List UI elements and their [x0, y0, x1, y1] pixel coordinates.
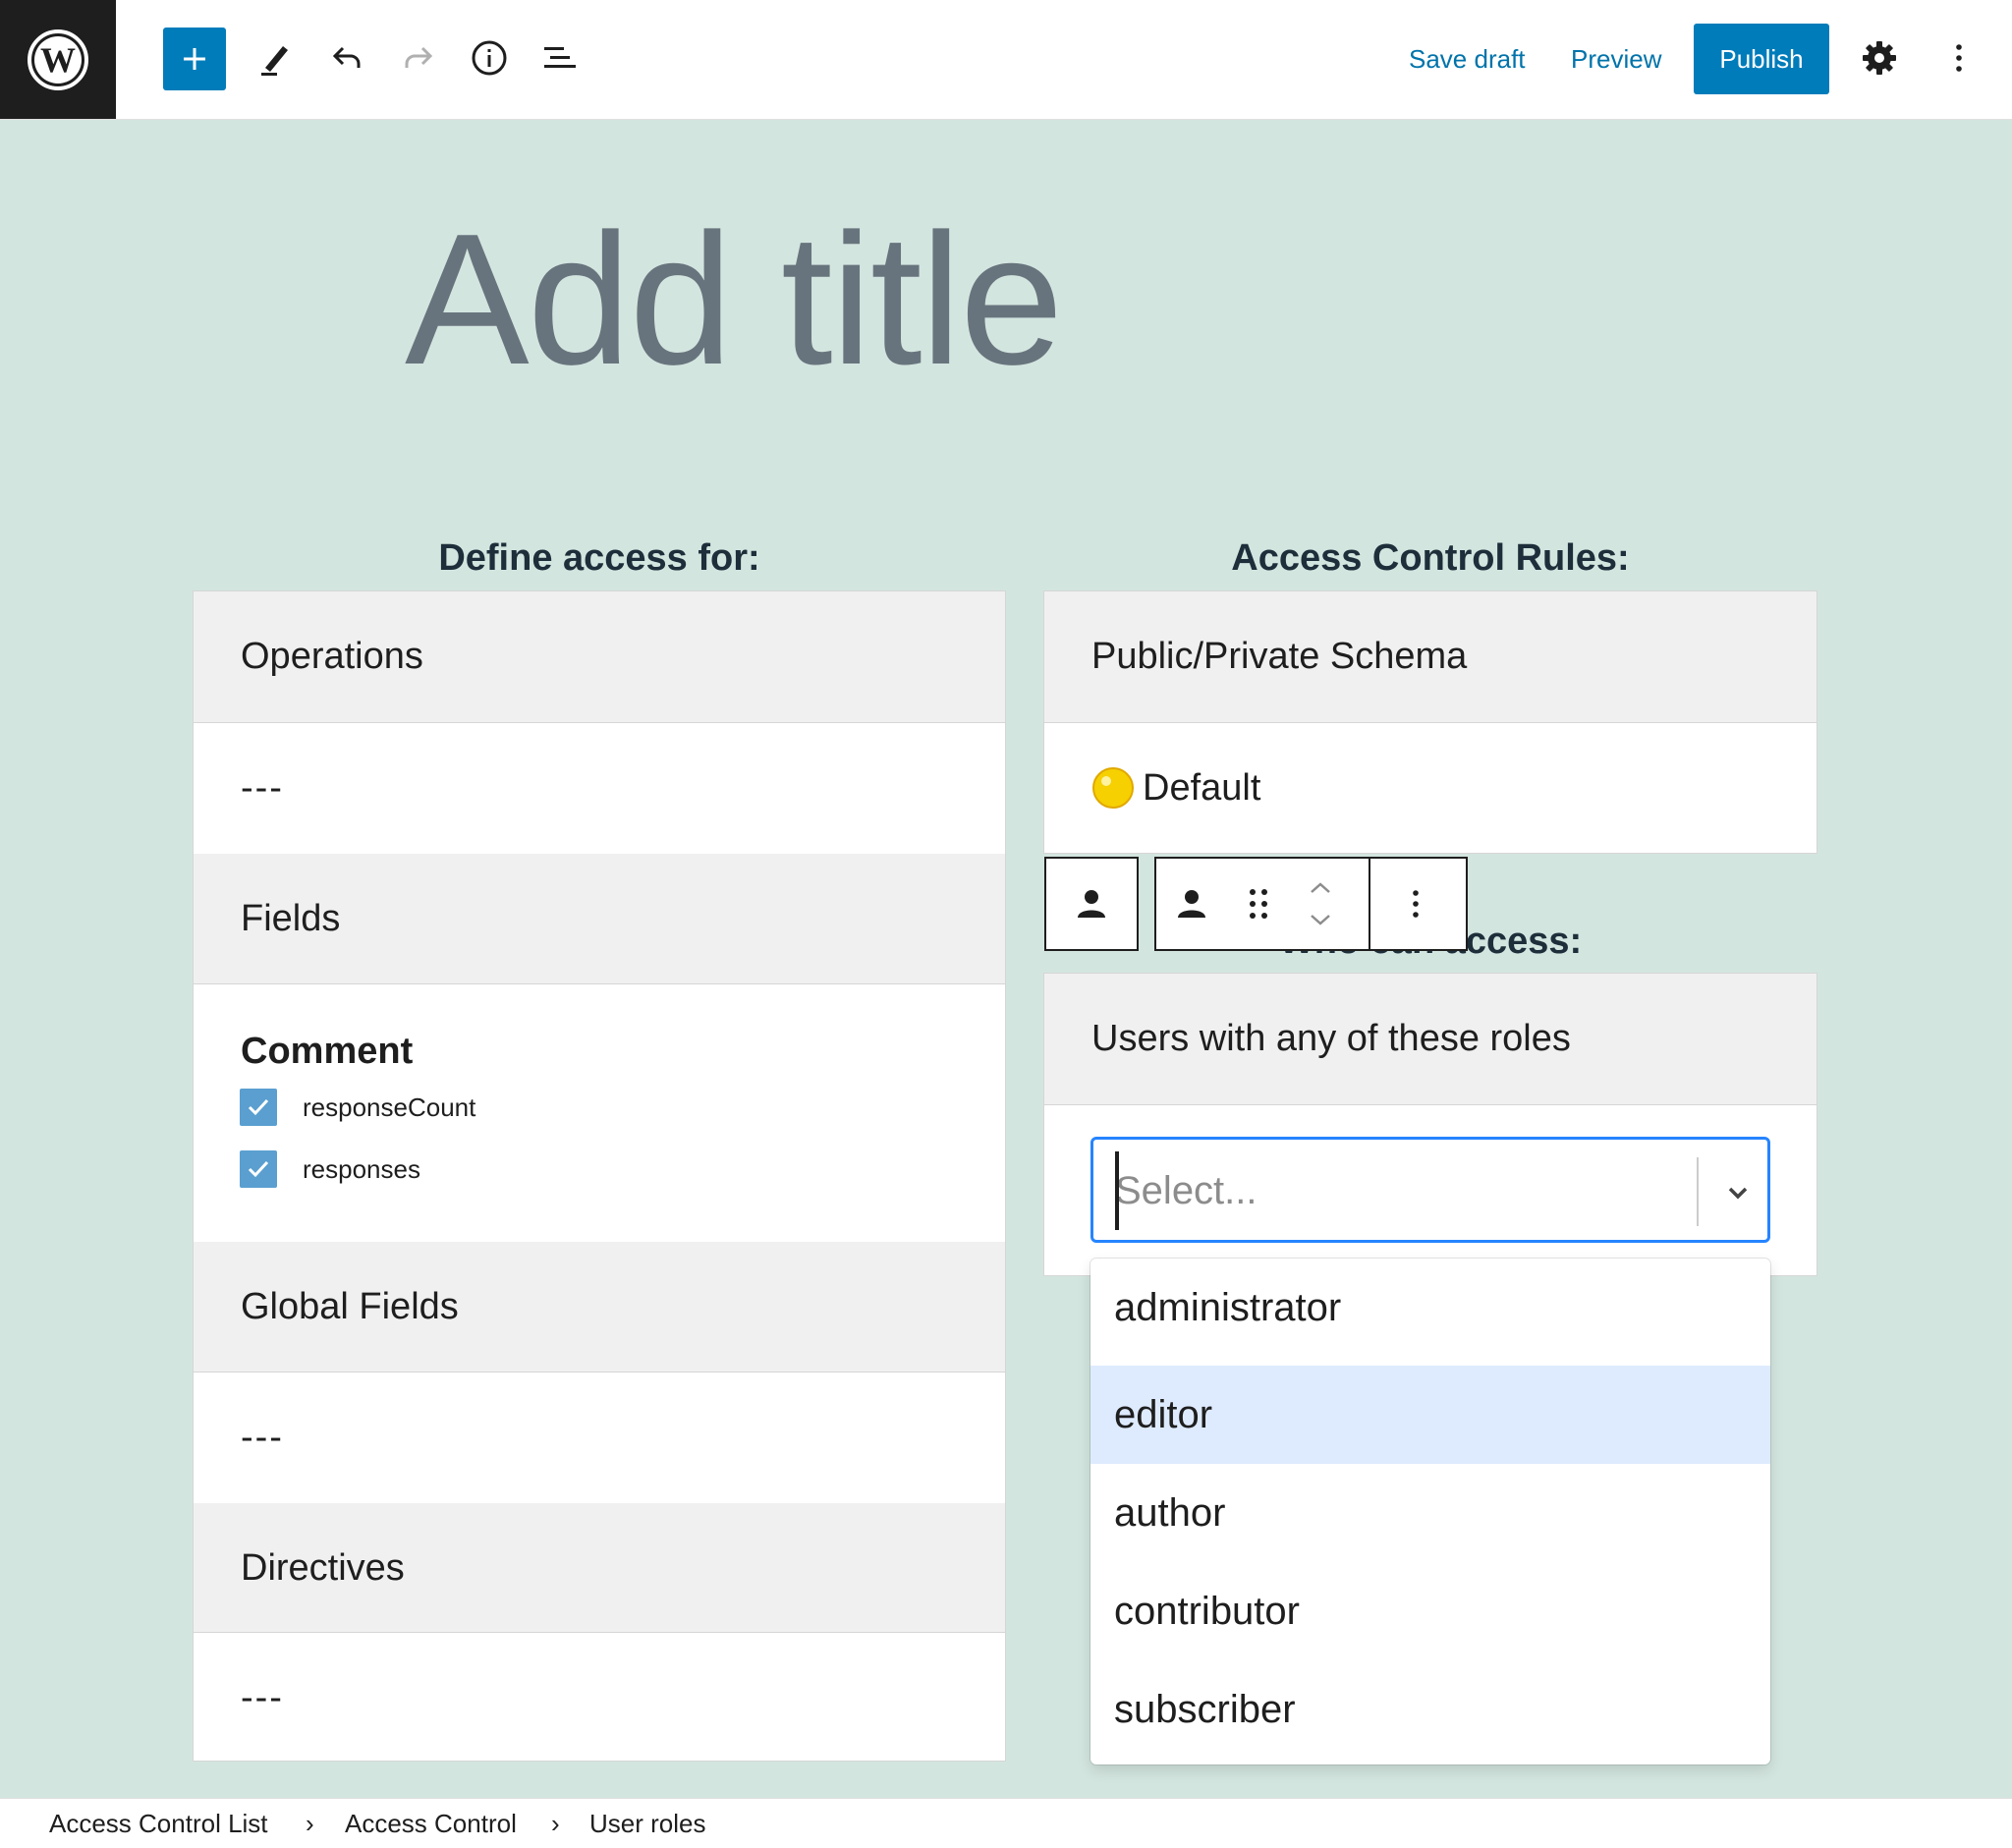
roles-label: Users with any of these roles [1091, 1018, 1571, 1059]
operations-body: --- [194, 723, 1005, 854]
move-up-button[interactable] [1306, 876, 1335, 905]
redo-icon [405, 46, 433, 68]
add-block-button[interactable] [163, 28, 226, 90]
kebab-icon [1956, 44, 1962, 72]
toolbar-divider [1369, 859, 1370, 951]
undo-button[interactable] [315, 26, 378, 90]
global-fields-header: Global Fields [194, 1242, 1005, 1372]
global-fields-label: Global Fields [241, 1286, 459, 1327]
info-icon [472, 40, 507, 76]
plus-icon [184, 48, 205, 70]
roles-select-placeholder: Select... [1115, 1169, 1258, 1212]
breadcrumb-chevron-icon: › [306, 1809, 314, 1838]
user-icon [1178, 890, 1205, 918]
post-title[interactable]: Add title [405, 201, 1064, 398]
breadcrumb-item[interactable]: Access Control [345, 1807, 517, 1840]
wordpress-logo[interactable]: W [0, 0, 116, 119]
kebab-icon [1413, 890, 1419, 918]
checkmark-icon [248, 1098, 269, 1116]
list-view-icon [544, 47, 576, 68]
block-parent-button[interactable] [1044, 857, 1139, 951]
chevron-down-icon [1728, 1187, 1748, 1200]
fields-label: Fields [241, 898, 341, 939]
block-breadcrumb: Access Control List › Access Control › U… [0, 1798, 2012, 1848]
svg-text:W: W [40, 40, 76, 80]
directives-label: Directives [241, 1547, 405, 1589]
breadcrumb-item[interactable]: User roles [589, 1807, 705, 1840]
text-cursor [1115, 1151, 1119, 1230]
operations-value: --- [241, 767, 284, 809]
checkbox[interactable] [240, 1150, 277, 1188]
dropdown-toggle[interactable] [1710, 1165, 1765, 1220]
operations-label: Operations [241, 636, 423, 677]
chevron-down-icon [1311, 915, 1330, 925]
drag-handle[interactable] [1247, 886, 1270, 926]
roles-select[interactable]: Select... [1090, 1137, 1770, 1243]
gear-icon [1863, 41, 1896, 75]
wordpress-logo-icon: W [28, 28, 88, 90]
block-options-button[interactable] [1398, 886, 1433, 926]
schema-panel: Public/Private Schema Default [1043, 590, 1817, 854]
checkbox-label: responses [303, 1153, 420, 1184]
user-icon [1078, 890, 1105, 918]
schema-label: Public/Private Schema [1091, 636, 1468, 677]
access-rules-heading: Access Control Rules: [1231, 537, 1630, 579]
editor-header: W Save draft Preview Publish [0, 0, 2012, 120]
tools-button[interactable] [244, 26, 307, 90]
settings-button[interactable] [1848, 26, 1911, 90]
dropdown-option-contributor[interactable]: contributor [1090, 1562, 1770, 1660]
select-separator [1697, 1157, 1699, 1226]
fields-header: Fields [194, 854, 1005, 984]
block-type-button[interactable] [1174, 886, 1209, 926]
define-access-heading: Define access for: [438, 537, 760, 579]
dropdown-option-editor[interactable]: editor [1090, 1366, 1770, 1464]
preview-button[interactable]: Preview [1571, 37, 1661, 81]
chevron-up-icon [1311, 882, 1330, 893]
schema-value-row: Default [1091, 764, 1260, 812]
checkmark-icon [248, 1160, 269, 1178]
roles-dropdown-menu: administrator editor author contributor … [1090, 1259, 1770, 1764]
dropdown-option-administrator[interactable]: administrator [1090, 1259, 1770, 1357]
schema-header: Public/Private Schema [1044, 591, 1816, 723]
pencil-icon [261, 46, 288, 76]
publish-button[interactable]: Publish [1694, 24, 1829, 94]
list-view-button[interactable] [529, 26, 591, 90]
breadcrumb-item[interactable]: Access Control List [49, 1807, 268, 1840]
options-button[interactable] [1928, 26, 1990, 90]
global-fields-body: --- [194, 1372, 1005, 1503]
field-checkbox-row[interactable]: responses [240, 1150, 420, 1188]
move-down-button[interactable] [1306, 908, 1335, 936]
operations-header: Operations [194, 591, 1005, 723]
yellow-circle-icon [1092, 767, 1134, 809]
schema-value: Default [1143, 767, 1261, 809]
save-draft-button[interactable]: Save draft [1409, 37, 1526, 81]
checkbox[interactable] [240, 1089, 277, 1126]
checkbox-label: responseCount [303, 1092, 476, 1122]
breadcrumb-chevron-icon: › [551, 1809, 560, 1838]
fields-group-title: Comment [241, 1031, 414, 1072]
directives-value: --- [241, 1677, 284, 1718]
roles-header: Users with any of these roles [1044, 974, 1816, 1105]
drag-handle-icon [1250, 889, 1267, 919]
global-fields-value: --- [241, 1417, 284, 1458]
schema-body: Default [1044, 723, 1816, 853]
redo-button[interactable] [387, 26, 450, 90]
details-button[interactable] [458, 26, 521, 90]
dropdown-option-author[interactable]: author [1090, 1464, 1770, 1562]
field-checkbox-row[interactable]: responseCount [240, 1089, 475, 1126]
directives-header: Directives [194, 1503, 1005, 1633]
dropdown-option-subscriber[interactable]: subscriber [1090, 1660, 1770, 1759]
directives-body: --- [194, 1633, 1005, 1761]
block-toolbar [1154, 857, 1468, 951]
undo-icon [332, 46, 361, 68]
